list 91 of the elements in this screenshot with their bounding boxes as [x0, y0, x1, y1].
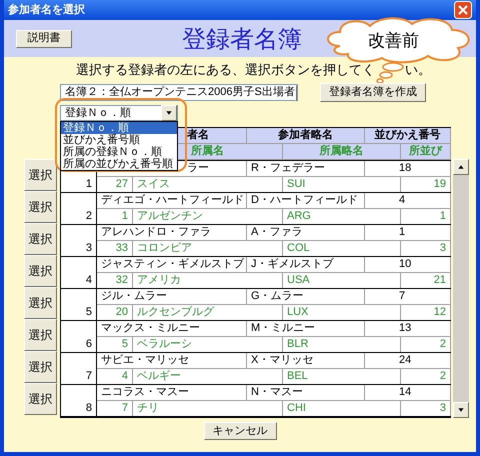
table-cell: 2: [401, 369, 451, 384]
table-cell: BLR: [283, 337, 401, 352]
select-button[interactable]: 選択: [24, 319, 57, 351]
table-cell: 27: [97, 177, 133, 192]
table-cell: LUX: [283, 305, 401, 320]
table-cell: 8: [86, 403, 92, 414]
table-cell: ジル・ムラー: [97, 289, 247, 305]
table-cell: BEL: [283, 369, 401, 384]
sort-option[interactable]: 所属の登録Ｎｏ．順: [61, 146, 177, 158]
table-cell: USA: [283, 273, 401, 288]
table-cell: N・マスー: [247, 385, 365, 401]
table-cell: 1: [365, 225, 451, 241]
scroll-up-icon[interactable]: [453, 159, 469, 175]
scroll-down-icon[interactable]: [453, 402, 469, 418]
table-cell: ディエゴ・ハートフィールド: [97, 193, 247, 209]
table-cell: X・マリッセ: [247, 353, 365, 369]
table-cell: 13: [365, 321, 451, 337]
table-cell: 19: [401, 177, 451, 192]
select-button[interactable]: 選択: [24, 159, 57, 191]
table-cell: コロンビア: [133, 241, 283, 256]
table-cell: アメリカ: [133, 273, 283, 288]
table-cell: スイス: [133, 177, 283, 192]
select-button[interactable]: 選択: [24, 351, 57, 383]
column-header: 所並び: [401, 144, 451, 160]
table-cell: アルゼンチン: [133, 209, 283, 224]
table-cell: G・ムラー: [247, 289, 365, 305]
callout-text: 改善前: [368, 30, 419, 52]
table-cell: SUI: [283, 177, 401, 192]
table-cell: D・ハートフィールド: [247, 193, 365, 209]
table-cell: 4: [365, 193, 451, 209]
table-cell: ベラルーシ: [133, 337, 283, 352]
heading: 登録者名簿: [182, 24, 302, 54]
table-cell: ベルギー: [133, 369, 283, 384]
bubble-trail-drawing: [375, 62, 405, 84]
table-cell: A・ファラ: [247, 225, 365, 241]
table-cell: 3: [401, 401, 451, 416]
table-cell: ニコラス・マスー: [97, 385, 247, 401]
sort-select[interactable]: 登録Ｎｏ．順: [60, 105, 178, 121]
table-cell: 6: [86, 339, 92, 350]
cancel-button[interactable]: キャンセル: [204, 422, 276, 440]
table-cell: 5: [97, 337, 133, 352]
table-cell: マックス・ミルニー: [97, 321, 247, 337]
sort-option[interactable]: 登録Ｎｏ．順: [61, 122, 177, 134]
select-button[interactable]: 選択: [24, 255, 57, 287]
table-cell: 21: [401, 273, 451, 288]
table-cell: 1: [97, 209, 133, 224]
table-cell: R・フェデラー: [247, 161, 365, 177]
column-header: 所属略名: [283, 144, 401, 160]
table-cell: サビエ・マリッセ: [97, 353, 247, 369]
table-cell: アレハンドロ・ファラ: [97, 225, 247, 241]
select-button[interactable]: 選択: [24, 223, 57, 255]
table-cell: 7: [97, 401, 133, 416]
instruction-text: い。: [405, 61, 431, 80]
table-cell: 4: [97, 369, 133, 384]
table-cell: 10: [365, 257, 451, 273]
table-cell: ARG: [283, 209, 401, 224]
table-cell: 24: [365, 353, 451, 369]
table-cell: ジャスティン・ギメルストブ: [97, 257, 247, 273]
table-cell: 7: [86, 371, 92, 382]
instruction-text: 選択する登録者の左にある、選択ボタンを押してく: [76, 61, 375, 80]
window-title: 参加者名を選択: [8, 2, 85, 18]
table-cell: COL: [283, 241, 401, 256]
table-cell: CHI: [283, 401, 401, 416]
roster-select[interactable]: 名簿２：全仏オープンテニス2006男子S出場者: [60, 84, 298, 101]
create-roster-button[interactable]: 登録者名簿を作成: [320, 83, 426, 102]
table-cell: M・ミルニー: [247, 321, 365, 337]
table-cell: 2: [86, 211, 92, 222]
table-cell: 14: [365, 385, 451, 401]
table-cell: 3: [86, 243, 92, 254]
select-button[interactable]: 選択: [24, 383, 57, 415]
close-icon[interactable]: [454, 1, 472, 19]
table-cell: チリ: [133, 401, 283, 416]
table-cell: 1: [401, 209, 451, 224]
table-cell: 2: [401, 337, 451, 352]
table-cell: 3: [401, 241, 451, 256]
table-cell: 32: [97, 273, 133, 288]
table-cell: 33: [97, 241, 133, 256]
scrollbar[interactable]: [453, 159, 469, 418]
select-button[interactable]: 選択: [24, 287, 57, 319]
help-button[interactable]: 説明書: [16, 30, 72, 48]
table-cell: ルクセンブルグ: [133, 305, 283, 320]
table-cell: 18: [365, 161, 451, 177]
table-cell: 4: [86, 275, 92, 286]
sort-option[interactable]: 所属の並びかえ番号順: [61, 158, 177, 170]
table-cell: 12: [401, 305, 451, 320]
table-cell: J・ギメルストブ: [247, 257, 365, 273]
table-cell: 7: [365, 289, 451, 305]
table-cell: 5: [86, 307, 92, 318]
table-cell: 20: [97, 305, 133, 320]
table-cell: 1: [86, 179, 92, 190]
select-button[interactable]: 選択: [24, 191, 57, 223]
